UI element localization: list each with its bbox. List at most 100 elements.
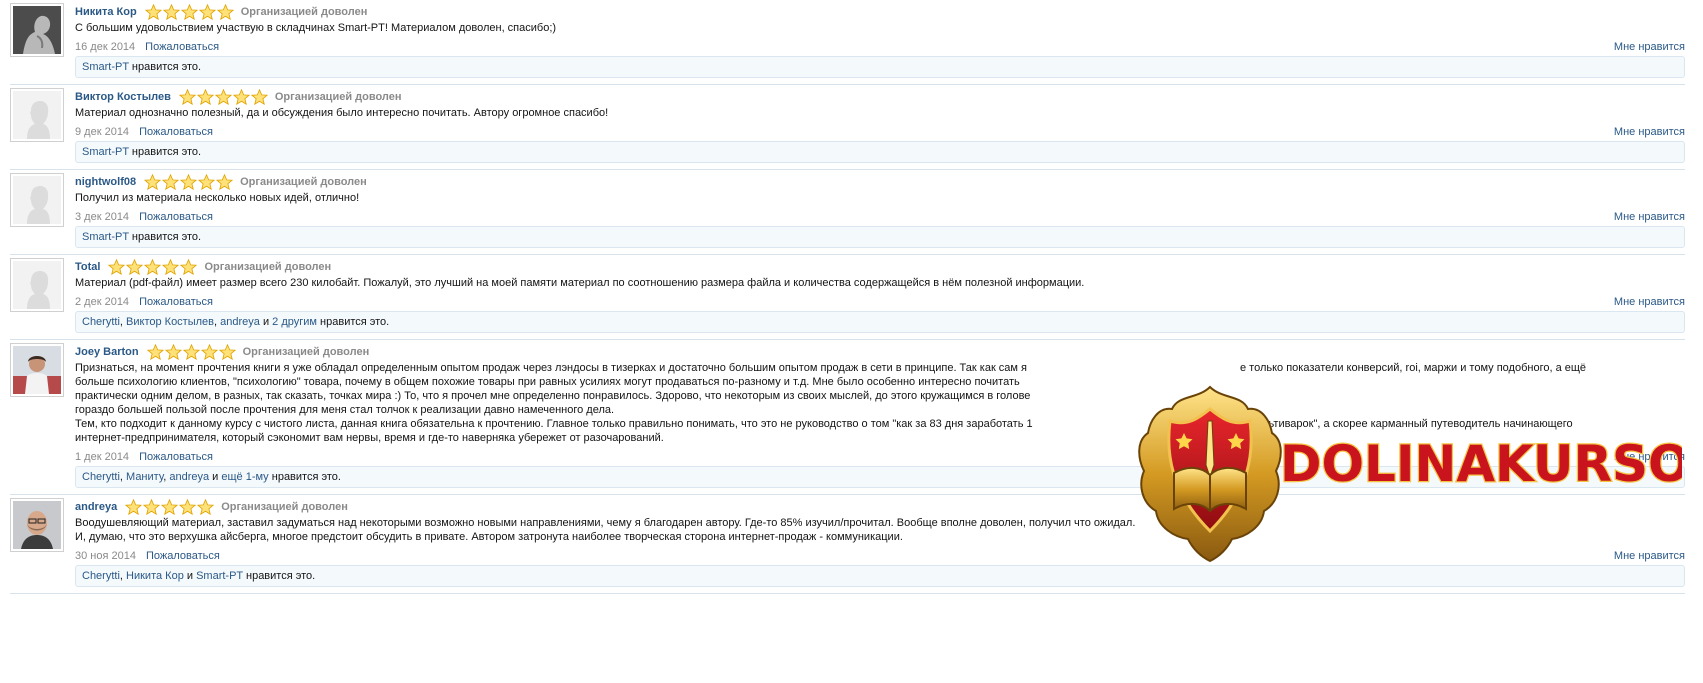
avatar[interactable] (10, 3, 64, 57)
verdict-label: Организацией доволен (221, 500, 348, 513)
review-item: Виктор Костылев Организацией доволен Мат… (10, 85, 1685, 170)
review-text-line: С большим удовольствием участвую в склад… (75, 22, 557, 34)
liker-link[interactable]: andreya (220, 316, 260, 328)
liker-link[interactable]: Smart-PT (196, 570, 243, 582)
avatar[interactable] (10, 173, 64, 227)
liker-link[interactable]: Cherytti (82, 471, 120, 483)
likes-suffix: нравится это. (246, 570, 316, 582)
star-icon (162, 258, 180, 275)
likes-separator: и (259, 316, 273, 328)
likes-suffix: нравится это. (271, 471, 341, 483)
star-icon (108, 258, 126, 275)
rating-stars (144, 3, 235, 20)
star-icon (146, 343, 164, 360)
report-link[interactable]: Пожаловаться (139, 211, 213, 223)
avatar[interactable] (10, 258, 64, 312)
like-link[interactable]: Мне нравится (1614, 296, 1685, 308)
review-item: Total Организацией доволен Материал (pdf… (10, 255, 1685, 340)
rating-stars (125, 498, 215, 515)
photo-avatar-image (13, 346, 61, 394)
liker-link[interactable]: Smart-PT (82, 61, 129, 73)
likes-suffix: нравится это. (131, 231, 202, 243)
star-icon (162, 3, 180, 20)
report-link[interactable]: Пожаловаться (146, 550, 220, 562)
default-avatar-icon (13, 91, 61, 139)
report-link[interactable]: Пожаловаться (145, 41, 219, 53)
star-icon (232, 88, 250, 105)
likes-summary: Cherytti, Виктор Костылев, andreya и 2 д… (75, 311, 1685, 333)
report-link[interactable]: Пожаловаться (139, 126, 213, 138)
star-icon (196, 88, 214, 105)
star-icon (214, 88, 232, 105)
review-text: Получил из материала несколько новых иде… (75, 191, 1685, 205)
review-meta: 2 дек 2014 Пожаловаться Мне нравится (75, 293, 1685, 310)
like-link[interactable]: Мне нравится (1614, 126, 1685, 138)
likes-separator: и (183, 570, 197, 582)
likes-suffix: нравится это. (320, 316, 390, 328)
photo-avatar-image (13, 501, 61, 549)
star-icon (200, 343, 218, 360)
review-text-line: Материал (pdf-файл) имеет размер всего 2… (75, 277, 1085, 289)
more-likers-link[interactable]: 2 другим (272, 316, 317, 328)
default-avatar-icon (13, 261, 61, 309)
star-icon (197, 498, 215, 515)
verdict-label: Организацией доволен (242, 345, 370, 358)
star-icon (161, 498, 179, 515)
review-meta: 3 дек 2014 Пожаловаться Мне нравится (75, 208, 1685, 225)
likes-suffix: нравится это. (131, 146, 202, 158)
review-date: 30 ноя 2014 (75, 549, 136, 562)
star-icon (144, 173, 162, 190)
star-icon (216, 173, 234, 190)
star-icon (180, 3, 198, 20)
star-icon (144, 3, 162, 20)
author-name[interactable]: andreya (75, 501, 117, 513)
review-date: 16 дек 2014 (75, 40, 136, 53)
report-link[interactable]: Пожаловаться (139, 451, 213, 463)
review-meta: 9 дек 2014 Пожаловаться Мне нравится (75, 123, 1685, 140)
liker-link[interactable]: Маниту (126, 471, 163, 483)
liker-link[interactable]: Cherytti (82, 316, 120, 328)
likes-separator: и (209, 471, 222, 483)
star-icon (198, 173, 216, 190)
liker-link[interactable]: Smart-PT (82, 231, 129, 243)
review-text-line: Получил из материала несколько новых иде… (75, 192, 360, 204)
liker-link[interactable]: Виктор Костылев (126, 316, 214, 328)
author-name[interactable]: Joey Barton (75, 346, 139, 358)
liker-link[interactable]: Cherytti (82, 570, 120, 582)
avatar[interactable] (10, 343, 64, 397)
star-icon (218, 343, 236, 360)
review-item: nightwolf08 Организацией доволен Получил… (10, 170, 1685, 255)
star-icon (144, 258, 162, 275)
like-link[interactable]: Мне нравится (1614, 211, 1685, 223)
author-name[interactable]: nightwolf08 (75, 176, 136, 188)
like-link[interactable]: Мне нравится (1614, 41, 1685, 53)
star-icon (198, 3, 216, 20)
liker-link[interactable]: Никита Кор (126, 570, 184, 582)
star-icon (179, 498, 197, 515)
likes-summary: Cherytti, Никита Кор и Smart-PT нравится… (75, 565, 1685, 587)
avatar[interactable] (10, 498, 64, 552)
review-text: Материал (pdf-файл) имеет размер всего 2… (75, 276, 1685, 290)
review-date: 3 дек 2014 (75, 210, 130, 223)
author-name[interactable]: Total (75, 261, 100, 273)
likes-suffix: нравится это. (131, 61, 202, 73)
review-date: 9 дек 2014 (75, 125, 130, 138)
report-link[interactable]: Пожаловаться (139, 296, 213, 308)
more-likers-link[interactable]: ещё 1-му (221, 471, 268, 483)
watermark-text: DOLINAKURSOV (1280, 435, 1682, 493)
star-icon (180, 173, 198, 190)
star-icon (180, 258, 198, 275)
rating-stars (146, 343, 237, 360)
star-icon (178, 88, 196, 105)
avatar[interactable] (10, 88, 64, 142)
verdict-label: Организацией доволен (240, 175, 367, 188)
likes-summary: Smart-PT нравится это. (75, 56, 1685, 78)
review-text: Материал однозначно полезный, да и обсуж… (75, 106, 1685, 120)
author-name[interactable]: Виктор Костылев (75, 91, 171, 103)
liker-link[interactable]: Smart-PT (82, 146, 129, 158)
review-text: С большим удовольствием участвую в склад… (75, 21, 1685, 35)
author-name[interactable]: Никита Кор (75, 6, 137, 18)
dolinakursov-emblem: DOLINAKURSOV (1138, 385, 1682, 563)
liker-link[interactable]: andreya (169, 471, 209, 483)
star-icon (164, 343, 182, 360)
